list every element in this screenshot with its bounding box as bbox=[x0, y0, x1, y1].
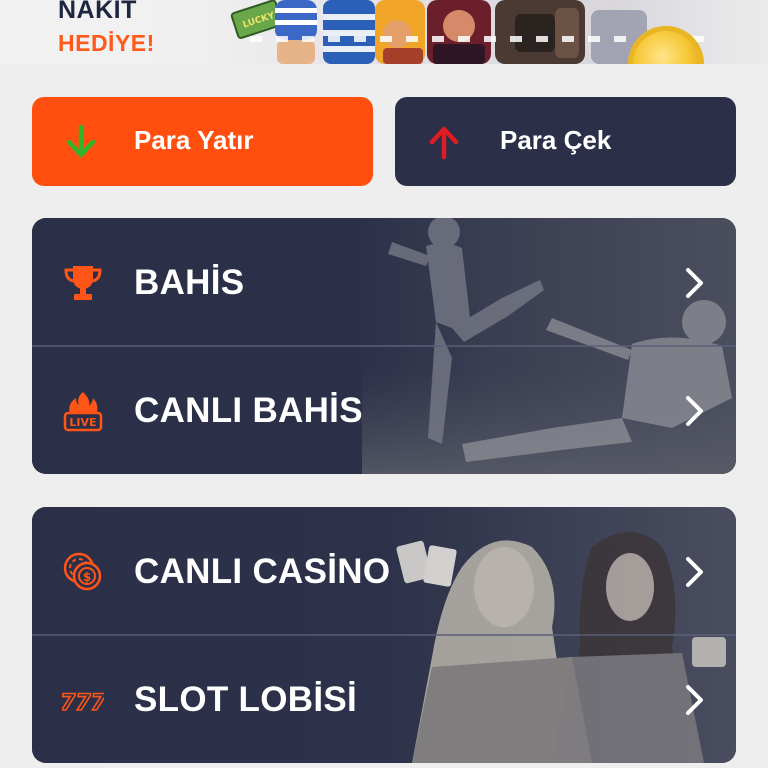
sports-betting-label: BAHİS bbox=[134, 263, 245, 302]
chevron-right-icon bbox=[686, 685, 703, 715]
slot-lobby-row[interactable]: 777 SLOT LOBİSİ bbox=[32, 635, 736, 763]
banner-text: NAKİT HEDİYE! bbox=[58, 0, 155, 55]
live-casino-row[interactable]: $ CANLI CASİNO bbox=[32, 507, 736, 635]
svg-text:$: $ bbox=[83, 570, 91, 584]
chevron-right-icon bbox=[686, 557, 703, 587]
arrow-up-icon bbox=[429, 126, 459, 160]
arrow-down-icon bbox=[66, 124, 96, 158]
live-casino-label: CANLI CASİNO bbox=[134, 552, 391, 591]
casino-chip-icon: $ bbox=[63, 552, 102, 591]
sports-betting-row[interactable]: BAHİS bbox=[32, 218, 736, 346]
live-fire-icon: LIVE bbox=[63, 392, 103, 432]
live-betting-label: CANLI BAHİS bbox=[134, 391, 363, 430]
live-badge-text: LIVE bbox=[69, 416, 96, 429]
withdraw-button[interactable]: Para Çek bbox=[395, 97, 736, 186]
slot-lobby-label: SLOT LOBİSİ bbox=[134, 680, 358, 719]
sports-panel: BAHİS LIVE CANLI BAHİS bbox=[32, 218, 736, 474]
promo-banner[interactable]: NAKİT HEDİYE! LUCKY bbox=[0, 0, 768, 64]
withdraw-label: Para Çek bbox=[500, 125, 612, 155]
chevron-right-icon bbox=[686, 396, 703, 426]
slot-777-icon: 777 bbox=[62, 690, 104, 717]
live-betting-row[interactable]: LIVE CANLI BAHİS bbox=[32, 346, 736, 474]
banner-title-line2: HEDİYE! bbox=[58, 30, 155, 56]
deposit-button[interactable]: Para Yatır bbox=[32, 97, 373, 186]
casino-panel: $ CANLI CASİNO 777 SLOT LOBİSİ bbox=[32, 507, 736, 763]
banner-title-line1: NAKİT bbox=[58, 0, 137, 24]
deposit-label: Para Yatır bbox=[134, 125, 254, 155]
chevron-right-icon bbox=[686, 268, 703, 298]
slot-badge-text: 777 bbox=[62, 691, 104, 716]
trophy-icon bbox=[64, 266, 102, 300]
